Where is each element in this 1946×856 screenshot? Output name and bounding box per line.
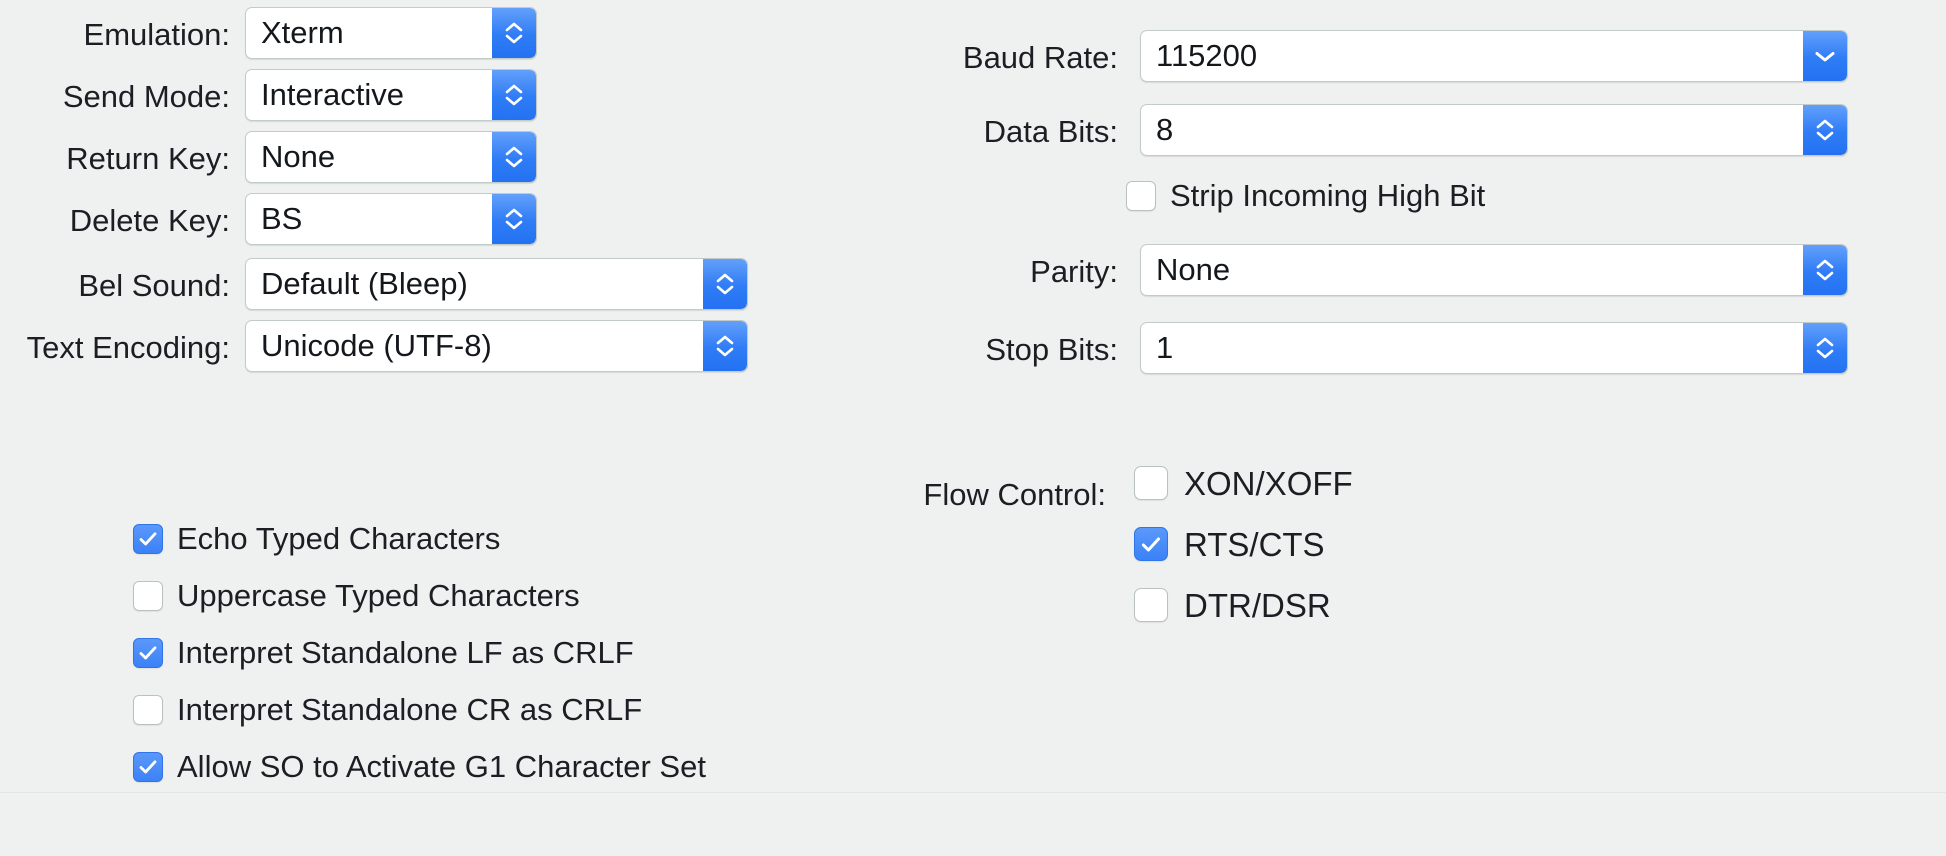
emulation-value: Xterm	[261, 15, 344, 50]
send-mode-popup-button[interactable]: Interactive	[245, 69, 537, 121]
strip-incoming-high-bit-row[interactable]: Strip Incoming High Bit	[1126, 180, 1485, 211]
xon-xoff-checkbox[interactable]	[1134, 466, 1168, 500]
uppercase-typed-characters-checkbox-row[interactable]: Uppercase Typed Characters	[133, 580, 580, 611]
echo-typed-characters-checkbox-row[interactable]: Echo Typed Characters	[133, 523, 500, 554]
baud-rate-value[interactable]: 115200	[1141, 31, 1803, 81]
emulation-popup-button[interactable]: Xterm	[245, 7, 537, 59]
return-key-value: None	[261, 139, 336, 174]
pane-bottom-divider	[0, 792, 1946, 793]
chevron-up-down-icon[interactable]	[492, 8, 536, 58]
interpret-lf-as-crlf-label: Interpret Standalone LF as CRLF	[177, 635, 634, 670]
chevron-up-down-icon[interactable]	[1803, 105, 1847, 155]
dtr-dsr-label: DTR/DSR	[1184, 586, 1331, 624]
text-encoding-popup-button[interactable]: Unicode (UTF-8)	[245, 320, 748, 372]
stop-bits-label: Stop Bits:	[985, 332, 1118, 367]
flow-control-rts-cts-row[interactable]: RTS/CTS	[1134, 527, 1325, 561]
bel-sound-popup-button[interactable]: Default (Bleep)	[245, 258, 748, 310]
allow-so-g1-checkbox[interactable]	[133, 751, 163, 782]
chevron-up-down-icon[interactable]	[1803, 245, 1847, 295]
chevron-down-icon[interactable]	[1803, 31, 1847, 81]
bel-sound-value: Default (Bleep)	[261, 266, 468, 301]
delete-key-value: BS	[261, 201, 303, 236]
xon-xoff-label: XON/XOFF	[1184, 464, 1353, 502]
rts-cts-checkbox[interactable]	[1134, 527, 1168, 561]
data-bits-label: Data Bits:	[983, 114, 1118, 149]
delete-key-label: Delete Key:	[69, 203, 230, 238]
parity-value: None	[1156, 252, 1231, 287]
data-bits-value: 8	[1156, 112, 1174, 147]
delete-key-popup-button[interactable]: BS	[245, 193, 537, 245]
flow-control-dtr-dsr-row[interactable]: DTR/DSR	[1134, 588, 1331, 622]
allow-so-g1-label: Allow SO to Activate G1 Character Set	[177, 749, 706, 784]
return-key-label: Return Key:	[66, 141, 230, 176]
interpret-cr-as-crlf-label: Interpret Standalone CR as CRLF	[177, 692, 643, 727]
uppercase-typed-characters-checkbox[interactable]	[133, 580, 163, 611]
parity-popup-button[interactable]: None	[1140, 244, 1848, 296]
chevron-up-down-icon[interactable]	[492, 132, 536, 182]
data-bits-popup-button[interactable]: 8	[1140, 104, 1848, 156]
flow-control-xon-xoff-row[interactable]: XON/XOFF	[1134, 466, 1353, 500]
serial-terminal-settings-pane: Emulation: Xterm Send Mode: Interactive …	[0, 0, 1946, 856]
chevron-up-down-icon[interactable]	[492, 70, 536, 120]
send-mode-value: Interactive	[261, 77, 405, 112]
text-encoding-label: Text Encoding:	[26, 330, 230, 365]
flow-control-label: Flow Control:	[923, 477, 1106, 512]
interpret-lf-as-crlf-checkbox-row[interactable]: Interpret Standalone LF as CRLF	[133, 637, 634, 668]
stop-bits-popup-button[interactable]: 1	[1140, 322, 1848, 374]
interpret-cr-as-crlf-checkbox[interactable]	[133, 694, 163, 725]
parity-label: Parity:	[1030, 254, 1118, 289]
allow-so-g1-checkbox-row[interactable]: Allow SO to Activate G1 Character Set	[133, 751, 706, 782]
return-key-popup-button[interactable]: None	[245, 131, 537, 183]
interpret-cr-as-crlf-checkbox-row[interactable]: Interpret Standalone CR as CRLF	[133, 694, 642, 725]
emulation-label: Emulation:	[83, 17, 230, 52]
bel-sound-label: Bel Sound:	[78, 268, 230, 303]
echo-typed-characters-checkbox[interactable]	[133, 523, 163, 554]
chevron-up-down-icon[interactable]	[1803, 323, 1847, 373]
chevron-up-down-icon[interactable]	[703, 321, 747, 371]
chevron-up-down-icon[interactable]	[492, 194, 536, 244]
strip-incoming-high-bit-checkbox[interactable]	[1126, 180, 1156, 211]
text-encoding-value: Unicode (UTF-8)	[261, 328, 492, 363]
echo-typed-characters-label: Echo Typed Characters	[177, 521, 501, 556]
strip-incoming-high-bit-label: Strip Incoming High Bit	[1170, 178, 1486, 213]
interpret-lf-as-crlf-checkbox[interactable]	[133, 637, 163, 668]
baud-rate-combo-box[interactable]: 115200	[1140, 30, 1848, 82]
send-mode-label: Send Mode:	[62, 79, 230, 114]
stop-bits-value: 1	[1156, 330, 1174, 365]
dtr-dsr-checkbox[interactable]	[1134, 588, 1168, 622]
chevron-up-down-icon[interactable]	[703, 259, 747, 309]
rts-cts-label: RTS/CTS	[1184, 525, 1325, 563]
baud-rate-label: Baud Rate:	[962, 40, 1118, 75]
uppercase-typed-characters-label: Uppercase Typed Characters	[177, 578, 580, 613]
